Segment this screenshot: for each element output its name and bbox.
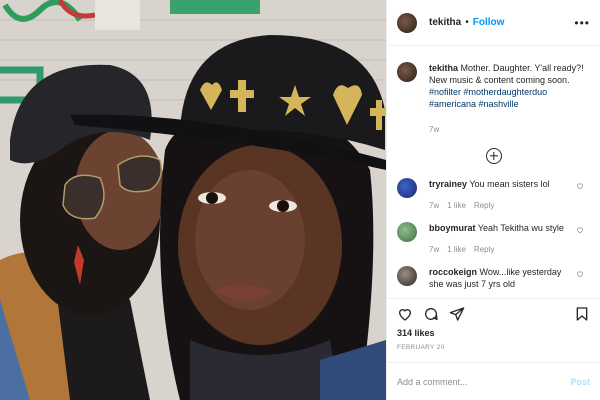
follow-button[interactable]: Follow	[473, 17, 505, 28]
comment-body: roccokeign Wow...like yesterday she was …	[429, 266, 577, 290]
post-photo-image	[0, 0, 386, 400]
comments-area[interactable]: tekitha Mother. Daughter. Y'all ready?! …	[387, 46, 600, 298]
post-sidebar: tekitha • Follow ••• tekitha Mother. Dau…	[386, 0, 600, 400]
header-username[interactable]: tekitha	[429, 17, 461, 28]
reply-button[interactable]: Reply	[474, 244, 494, 256]
comment-time: 7w	[429, 245, 440, 254]
heart-icon[interactable]	[576, 270, 584, 278]
caption-time: 7w	[429, 125, 440, 134]
comment-username[interactable]: tryrainey	[429, 179, 467, 189]
add-comment-bar: Post	[387, 362, 600, 400]
comment-likes[interactable]: 1 like	[447, 244, 466, 256]
more-options-icon[interactable]: •••	[574, 16, 590, 30]
comment-likes[interactable]: 1 like	[447, 200, 466, 212]
comment-item: bboymurat Yeah Tekitha wu style 7w 1 lik…	[397, 222, 590, 256]
caption-username[interactable]: tekitha	[429, 63, 458, 73]
action-bar	[387, 298, 600, 328]
heart-icon[interactable]	[397, 306, 413, 322]
comment-username[interactable]: bboymurat	[429, 223, 476, 233]
comment-text: You mean sisters lol	[469, 179, 550, 189]
comment-time: 7w	[429, 201, 440, 210]
comment-body: bboymurat Yeah Tekitha wu style 7w 1 lik…	[429, 222, 577, 256]
avatar[interactable]	[397, 178, 417, 198]
comment-meta: 7w 1 like Reply	[429, 244, 577, 256]
avatar[interactable]	[397, 62, 417, 82]
avatar[interactable]	[397, 12, 417, 33]
comment-username[interactable]: roccokeign	[429, 267, 477, 277]
reply-button[interactable]: Reply	[474, 200, 494, 212]
comment-meta: 7w 1 like Reply	[429, 200, 577, 212]
plus-circle-icon[interactable]	[485, 148, 502, 164]
hashtag-link[interactable]: #nofilter	[429, 87, 461, 97]
comment-text: Yeah Tekitha wu style	[477, 223, 564, 233]
post-header: tekitha • Follow •••	[387, 0, 600, 46]
avatar[interactable]	[397, 222, 417, 242]
hashtag-link[interactable]: #americana	[429, 99, 476, 109]
post-photo[interactable]	[0, 0, 386, 400]
hashtag-link[interactable]: #motherdaughterduo	[464, 87, 548, 97]
comment-input[interactable]	[397, 376, 571, 387]
bookmark-icon[interactable]	[574, 306, 590, 322]
caption-text-block: tekitha Mother. Daughter. Y'all ready?! …	[429, 62, 589, 136]
load-more-comments[interactable]	[397, 148, 590, 164]
post-comment-button[interactable]: Post	[570, 377, 590, 387]
comment-item: roccokeign Wow...like yesterday she was …	[397, 266, 590, 290]
heart-icon[interactable]	[576, 182, 584, 190]
likes-count[interactable]: 314 likes	[387, 328, 600, 342]
avatar[interactable]	[397, 266, 417, 286]
caption: tekitha Mother. Daughter. Y'all ready?! …	[397, 46, 590, 136]
share-icon[interactable]	[449, 306, 465, 322]
separator-dot: •	[465, 17, 469, 28]
comment-body: tryrainey You mean sisters lol 7w 1 like…	[429, 178, 577, 212]
instagram-post: tekitha • Follow ••• tekitha Mother. Dau…	[0, 0, 600, 400]
comment-item: tryrainey You mean sisters lol 7w 1 like…	[397, 178, 590, 212]
post-date: FEBRUARY 20	[397, 344, 445, 351]
comment-icon[interactable]	[423, 306, 439, 322]
heart-icon[interactable]	[576, 226, 584, 234]
hashtag-link[interactable]: #nashville	[479, 99, 519, 109]
